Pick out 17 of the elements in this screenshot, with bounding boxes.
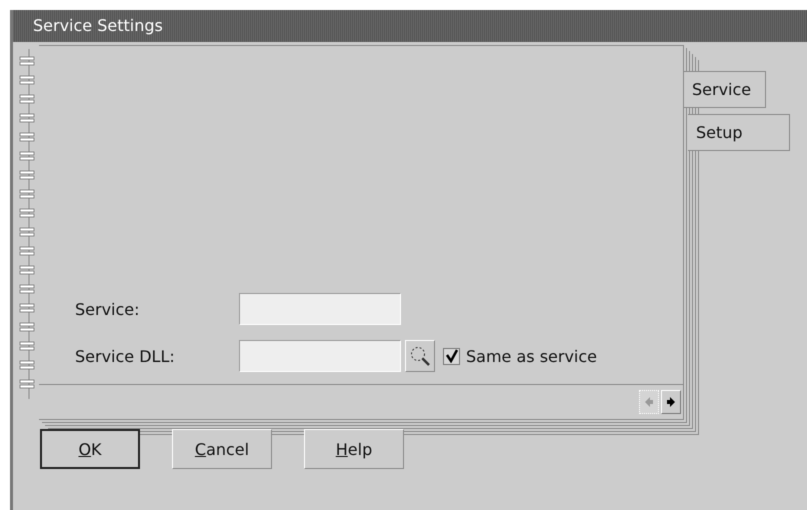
- same-as-service-label: Same as service: [466, 346, 598, 366]
- search-button[interactable]: [405, 340, 435, 372]
- service-field[interactable]: [239, 293, 401, 325]
- left-arrow-icon: [644, 396, 654, 408]
- right-arrow-icon: [666, 396, 676, 408]
- next-page-button[interactable]: [661, 390, 681, 414]
- ok-button[interactable]: OK: [40, 429, 140, 469]
- cancel-button[interactable]: Cancel: [172, 429, 272, 469]
- service-dll-field[interactable]: [239, 340, 401, 372]
- notebook-tab[interactable]: Setup: [688, 114, 790, 151]
- window-title: Service Settings: [13, 10, 807, 42]
- help-button[interactable]: Help: [304, 429, 404, 469]
- service-label: Service:: [75, 300, 141, 318]
- search-icon: [409, 345, 431, 367]
- notebook-tab[interactable]: Service: [684, 71, 766, 108]
- same-as-service-checkbox[interactable]: [443, 348, 460, 364]
- service-dll-label: Service DLL:: [75, 346, 176, 366]
